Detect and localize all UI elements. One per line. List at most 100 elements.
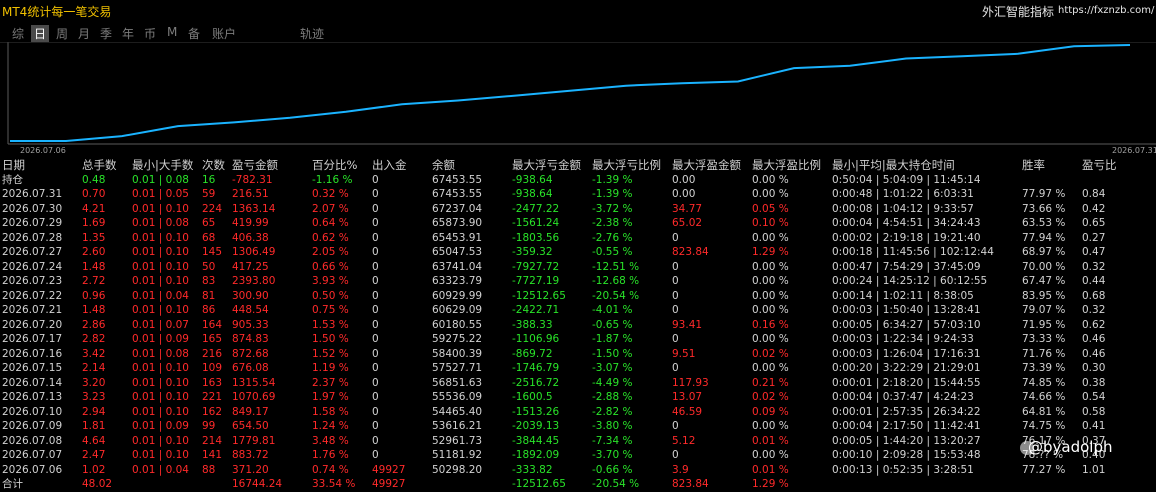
table-cell: 0.01 | 0.10 xyxy=(132,376,189,389)
table-cell: 73.66 % xyxy=(1022,202,1066,215)
table-cell: 2026.07.15 xyxy=(2,362,63,374)
table-cell: 0.58 xyxy=(1082,405,1106,418)
table-cell: 49927 xyxy=(372,463,406,476)
tab-4[interactable]: 季 xyxy=(100,25,112,42)
table-cell: 60929.99 xyxy=(432,289,483,302)
table-cell: 0.32 xyxy=(1082,260,1106,273)
table-cell: 874.83 xyxy=(232,333,269,345)
tab-8[interactable]: 备 xyxy=(188,25,200,42)
table-cell: 0.62 % xyxy=(312,231,349,244)
table-cell: 0.01 | 0.10 xyxy=(132,231,189,244)
table-cell: 60629.09 xyxy=(432,304,483,316)
tab-5[interactable]: 年 xyxy=(122,25,134,42)
table-cell: 58400.39 xyxy=(432,347,483,360)
table-cell: 164 xyxy=(202,318,223,331)
tab-10[interactable]: 轨迹 xyxy=(300,25,324,42)
tab-0[interactable]: 综 xyxy=(12,25,24,42)
column-header: 盈亏金额 xyxy=(232,158,278,172)
table-cell: 71.95 % xyxy=(1022,318,1066,331)
table-cell: -1.87 % xyxy=(592,333,633,345)
table-cell: 0:00:13 | 0:52:35 | 3:28:51 xyxy=(832,463,974,476)
table-cell: 2393.80 xyxy=(232,275,276,287)
balance-line-chart: 2026.07.06 2026.07.31 xyxy=(0,42,1156,155)
table-cell: 57527.71 xyxy=(432,362,483,374)
tab-7[interactable]: M xyxy=(167,25,177,39)
tab-6[interactable]: 币 xyxy=(144,25,156,42)
table-cell: 0 xyxy=(372,333,379,345)
table-cell: 0.00 xyxy=(672,188,696,200)
table-cell: 74.85 % xyxy=(1022,376,1066,389)
table-cell: 0.00 % xyxy=(752,420,789,432)
table-cell: 46.59 xyxy=(672,405,703,418)
tab-2[interactable]: 周 xyxy=(56,25,68,42)
table-cell: 216 xyxy=(202,347,223,360)
brand-name[interactable]: 外汇智能指标 xyxy=(982,3,1054,20)
brand-url-link[interactable]: https://fxznzb.com/ xyxy=(1058,5,1154,16)
table-cell: 1.69 xyxy=(82,217,106,229)
table-cell: 68 xyxy=(202,231,216,244)
table-cell: -938.64 xyxy=(512,188,553,200)
table-cell: 406.38 xyxy=(232,231,269,244)
table-row: 2026.07.20 2.86 0.01 | 0.07 164 905.33 1.53 %… xyxy=(0,318,1156,333)
table-cell: 2026.07.28 xyxy=(2,231,63,244)
table-cell: -1513.26 xyxy=(512,405,560,418)
table-row: 2026.07.21 1.48 0.01 | 0.10 86 448.54 0.75 % 0… xyxy=(0,303,1156,318)
table-cell: 2.37 % xyxy=(312,376,349,389)
tab-1[interactable]: 日 xyxy=(31,25,50,42)
table-cell: 1306.49 xyxy=(232,246,276,258)
table-cell: 65047.53 xyxy=(432,246,483,258)
table-cell: 2026.07.09 xyxy=(2,420,63,432)
table-cell: -3.07 % xyxy=(592,362,633,374)
tab-3[interactable]: 月 xyxy=(78,25,90,42)
column-header: 最大浮盈金额 xyxy=(672,158,741,172)
table-cell: 0 xyxy=(672,231,679,244)
table-cell: 0 xyxy=(672,304,679,316)
total-cell: -20.54 % xyxy=(592,478,640,490)
table-cell: 2026.07.30 xyxy=(2,202,63,215)
total-cell: -12512.65 xyxy=(512,478,566,490)
table-cell: 2026.07.13 xyxy=(2,391,63,403)
table-cell: 0.01 | 0.08 xyxy=(132,347,189,360)
table-cell: 0.16 % xyxy=(752,318,789,331)
table-cell: 0:00:47 | 7:54:29 | 37:45:09 xyxy=(832,260,981,273)
table-cell: 0.68 xyxy=(1082,289,1106,302)
table-cell: -2039.13 xyxy=(512,420,560,432)
table-cell: 0 xyxy=(372,376,379,389)
table-cell: 55536.09 xyxy=(432,391,483,403)
table-cell: 2026.07.24 xyxy=(2,260,63,273)
table-cell: -938.64 xyxy=(512,173,553,186)
table-cell: 0 xyxy=(372,420,379,432)
table-cell: 53616.21 xyxy=(432,420,483,432)
table-cell: 0.50 % xyxy=(312,289,349,302)
table-cell: 2.60 xyxy=(82,246,106,258)
table-cell: 0 xyxy=(672,449,679,461)
table-row-holding: 持仓 0.48 0.01 | 0.08 16 -782.31 -1.16 % 0 67453.… xyxy=(0,173,1156,188)
table-cell: 141 xyxy=(202,449,223,461)
table-cell: 52961.73 xyxy=(432,434,483,447)
table-cell: 2026.07.31 xyxy=(2,188,63,200)
table-row: 2026.07.16 3.42 0.01 | 0.08 216 872.68 1.52 %… xyxy=(0,347,1156,362)
table-row: 2026.07.31 0.70 0.01 | 0.05 59 216.51 0.32 % 0… xyxy=(0,187,1156,202)
table-cell: -2.38 % xyxy=(592,217,633,229)
table-cell: 77.94 % xyxy=(1022,231,1066,244)
table-cell: 59275.22 xyxy=(432,333,483,345)
total-cell: 49927 xyxy=(372,478,406,490)
period-tabs: 综日周月季年币 M 备账户 轨迹 xyxy=(0,22,1156,42)
table-cell: -12.51 % xyxy=(592,260,640,273)
table-cell: 2.05 % xyxy=(312,246,349,258)
table-cell: 65.02 xyxy=(672,217,703,229)
table-cell: 0.74 % xyxy=(312,463,349,476)
table-cell: 214 xyxy=(202,434,223,447)
table-cell: 0.00 % xyxy=(752,173,789,186)
table-cell: 83.95 % xyxy=(1022,289,1066,302)
table-cell: 0.27 xyxy=(1082,231,1106,244)
table-cell: 51181.92 xyxy=(432,449,483,461)
balance-series-line xyxy=(10,44,1131,142)
table-cell: 59 xyxy=(202,188,216,200)
tab-9[interactable]: 账户 xyxy=(212,25,236,42)
table-cell: 0.01 | 0.10 xyxy=(132,275,189,287)
column-header: 余额 xyxy=(432,158,455,172)
table-cell: 0:00:24 | 14:25:12 | 60:12:55 xyxy=(832,275,988,287)
table-cell: 65 xyxy=(202,217,216,229)
table-cell: 0.01 | 0.10 xyxy=(132,246,189,258)
